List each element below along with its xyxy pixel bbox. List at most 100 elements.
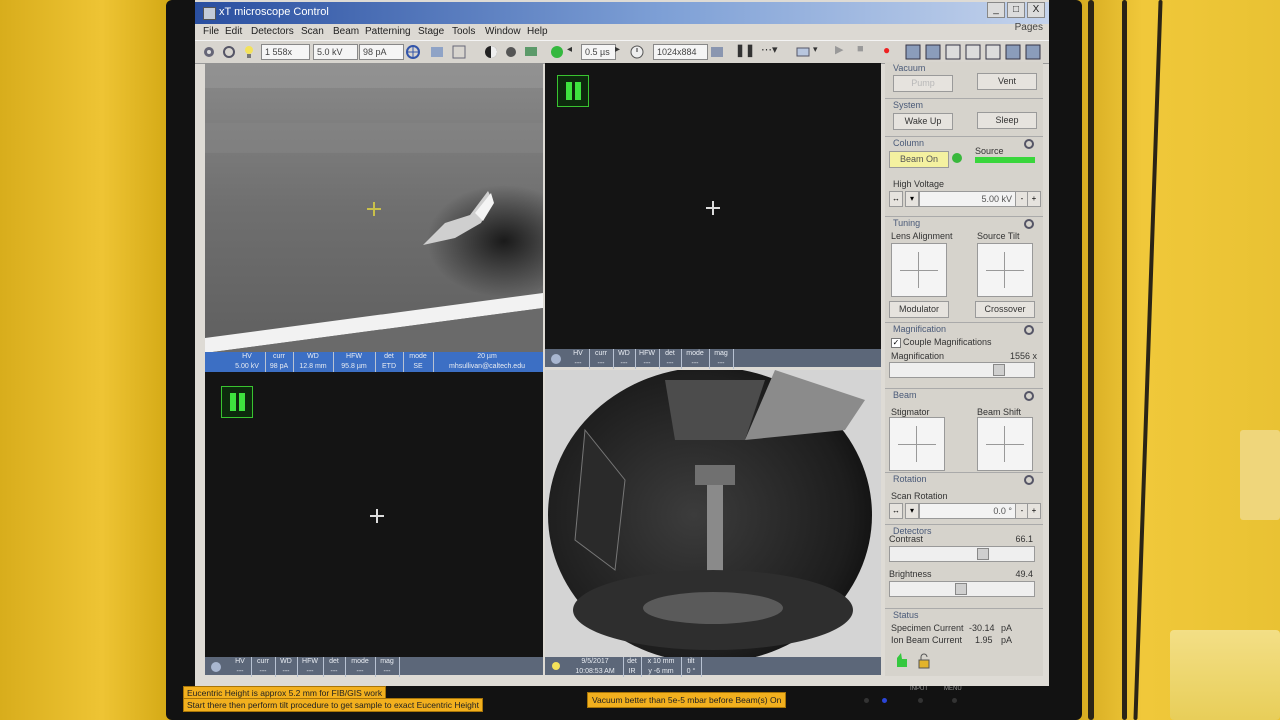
- source-tilt-pad[interactable]: [977, 243, 1033, 297]
- voltage-field[interactable]: 5.0 kV: [313, 44, 358, 60]
- couple-magnifications-checkbox[interactable]: ✓: [891, 338, 901, 348]
- gear-icon[interactable]: [1023, 390, 1035, 402]
- paused-icon[interactable]: [557, 75, 589, 107]
- rotation-increment[interactable]: +: [1027, 503, 1041, 519]
- quad-2-image[interactable]: [545, 63, 881, 349]
- menu-scan[interactable]: Scan: [301, 26, 324, 37]
- menu-window[interactable]: Window: [485, 26, 521, 37]
- contrast-slider[interactable]: [889, 546, 1035, 562]
- gear-icon[interactable]: [1023, 218, 1035, 230]
- menu-help[interactable]: Help: [527, 26, 548, 37]
- brightness-slider[interactable]: [889, 581, 1035, 597]
- hv-step-button[interactable]: ↔: [889, 191, 903, 207]
- dwell-time-field[interactable]: 0.5 µs: [581, 44, 616, 60]
- pages-label[interactable]: Pages: [1015, 22, 1043, 33]
- pages-icon[interactable]: [1025, 44, 1041, 60]
- more-icon[interactable]: ⋯▾: [761, 43, 781, 59]
- menu-edit[interactable]: Edit: [225, 26, 242, 37]
- gear-icon[interactable]: [1023, 474, 1035, 486]
- slider-thumb[interactable]: [955, 583, 967, 595]
- vacuum-warning-label: Vacuum better than 5e-5 mbar before Beam…: [587, 692, 787, 708]
- quad-3-image[interactable]: [205, 372, 543, 657]
- wave-icon[interactable]: [945, 44, 961, 60]
- eye-icon[interactable]: [985, 44, 1001, 60]
- gear-icon[interactable]: [1023, 138, 1035, 150]
- pause-scan-icon[interactable]: ❚❚: [735, 43, 755, 59]
- dropdown-arrow-icon[interactable]: ▸: [615, 44, 625, 60]
- scan-grid-icon[interactable]: [709, 44, 725, 60]
- monitor-button[interactable]: [918, 698, 923, 703]
- menu-beam[interactable]: Beam: [333, 26, 359, 37]
- stop-icon[interactable]: ■: [857, 43, 869, 59]
- sleep-button[interactable]: Sleep: [977, 112, 1037, 129]
- chevron-down-icon[interactable]: ▾: [813, 44, 823, 60]
- high-voltage-field[interactable]: 5.00 kV: [919, 191, 1017, 207]
- move-icon[interactable]: [925, 44, 941, 60]
- modulator-button[interactable]: Modulator: [889, 301, 949, 318]
- chamber-image: [545, 370, 881, 657]
- chevron-down-icon[interactable]: ▾: [905, 503, 919, 519]
- current-field[interactable]: 98 pA: [359, 44, 404, 60]
- stigmator-pad[interactable]: [889, 417, 945, 471]
- maximize-button[interactable]: □: [1007, 2, 1025, 18]
- beam-shift-pad[interactable]: [977, 417, 1033, 471]
- save-icon[interactable]: [1005, 44, 1021, 60]
- quad-1-image[interactable]: [205, 63, 543, 353]
- crossover-button[interactable]: Crossover: [975, 301, 1035, 318]
- gear-icon[interactable]: [1023, 324, 1035, 336]
- lightbulb-icon[interactable]: [241, 44, 257, 60]
- chevron-down-icon[interactable]: ▾: [905, 191, 919, 207]
- menu-patterning[interactable]: Patterning: [365, 26, 411, 37]
- hand-icon[interactable]: [893, 651, 911, 669]
- play-icon[interactable]: ▶: [835, 43, 847, 59]
- status-hv: HV 5.00 kV: [229, 352, 266, 372]
- settings-icon[interactable]: [221, 44, 237, 60]
- rotation-title: Rotation: [893, 474, 927, 484]
- lock-icon[interactable]: [917, 653, 931, 669]
- resolution-field[interactable]: 1024x884: [653, 44, 708, 60]
- status-curr: curr 98 pA: [265, 352, 294, 372]
- status-curr: curr ---: [251, 657, 276, 677]
- stage-icon[interactable]: [201, 44, 217, 60]
- ion-beam-current-label: Ion Beam Current: [891, 635, 963, 645]
- magnification-field[interactable]: 1 558x: [261, 44, 310, 60]
- menu-file[interactable]: File: [203, 26, 219, 37]
- status-scalebar: 20 µm mhsullivan@caltech.edu: [433, 352, 541, 372]
- timer-icon[interactable]: [629, 44, 645, 60]
- vent-button[interactable]: Vent: [977, 73, 1037, 90]
- wake-up-button[interactable]: Wake Up: [893, 113, 953, 130]
- image-icon[interactable]: [429, 44, 445, 60]
- menu-stage[interactable]: Stage: [418, 26, 444, 37]
- menu-tools[interactable]: Tools: [452, 26, 475, 37]
- hv-increment[interactable]: +: [1027, 191, 1041, 207]
- select-mode-icon[interactable]: [795, 44, 811, 60]
- scan-rotation-field[interactable]: 0.0 °: [919, 503, 1017, 519]
- lens-alignment-pad[interactable]: [891, 243, 947, 297]
- green-clock-icon[interactable]: [549, 44, 565, 60]
- record-icon[interactable]: ●: [883, 43, 895, 59]
- target-icon[interactable]: [405, 44, 421, 60]
- status-tilt: tilt 0 °: [681, 657, 702, 677]
- minimize-button[interactable]: _: [987, 2, 1005, 18]
- beam-on-button[interactable]: Beam On: [889, 151, 949, 168]
- slider-thumb[interactable]: [977, 548, 989, 560]
- menu-detectors[interactable]: Detectors: [251, 26, 294, 37]
- layout-icon[interactable]: [965, 44, 981, 60]
- monitor-button[interactable]: [952, 698, 957, 703]
- contrast-icon[interactable]: [483, 44, 499, 60]
- pump-button[interactable]: Pump: [893, 75, 953, 92]
- monitor-button[interactable]: [864, 698, 869, 703]
- brightness-icon[interactable]: [503, 44, 519, 60]
- slider-thumb[interactable]: [993, 364, 1005, 376]
- paused-icon[interactable]: [221, 386, 253, 418]
- status-hfw: HFW 95.8 µm: [333, 352, 376, 372]
- dropdown-arrow-icon[interactable]: ◂: [567, 44, 579, 60]
- monitor-icon[interactable]: [523, 44, 539, 60]
- window-controls: _ □ X: [987, 2, 1045, 18]
- quad-4-chamber-camera[interactable]: [545, 370, 881, 657]
- grid-icon[interactable]: [451, 44, 467, 60]
- magnification-slider[interactable]: [889, 362, 1035, 378]
- rotation-step-button[interactable]: ↔: [889, 503, 903, 519]
- tile-icon[interactable]: [905, 44, 921, 60]
- close-button[interactable]: X: [1027, 2, 1045, 18]
